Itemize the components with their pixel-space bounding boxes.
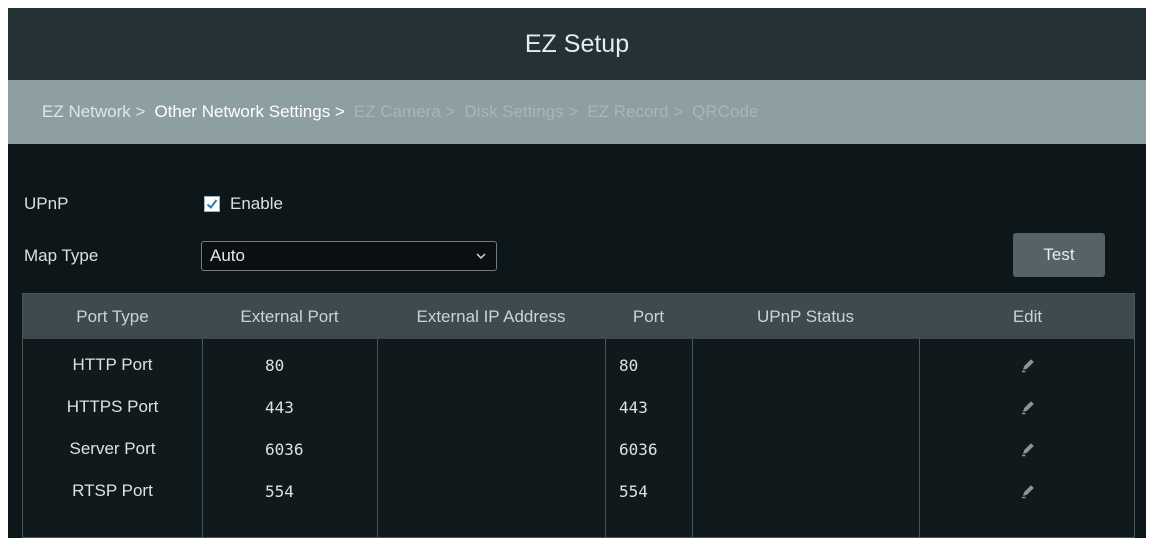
step-ez-camera: EZ Camera > xyxy=(353,102,456,121)
table-row[interactable]: Server Port 6036 6036 xyxy=(23,428,1134,470)
checkmark-icon xyxy=(206,199,218,209)
pencil-icon[interactable] xyxy=(1019,482,1037,500)
test-button[interactable]: Test xyxy=(1013,233,1105,277)
cell-upnp-status xyxy=(692,386,919,428)
cell-port-type: Server Port xyxy=(69,439,156,458)
ez-setup-window: EZ Setup EZ Network > Other Network Sett… xyxy=(8,8,1146,538)
window-title: EZ Setup xyxy=(8,8,1146,80)
cell-upnp-status xyxy=(692,470,919,512)
table-row[interactable]: RTSP Port 554 554 xyxy=(23,470,1134,512)
setup-steps-bar: EZ Network > Other Network Settings > EZ… xyxy=(8,80,1146,144)
cell-external-port: 443 xyxy=(265,397,294,417)
cell-port: 443 xyxy=(619,397,648,417)
cell-port: 6036 xyxy=(619,439,658,459)
header-external-port: External Port xyxy=(240,306,339,326)
step-disk-settings: Disk Settings > xyxy=(464,102,579,121)
pencil-icon[interactable] xyxy=(1019,398,1037,416)
cell-port: 80 xyxy=(619,355,639,375)
pencil-icon[interactable] xyxy=(1019,440,1037,458)
cell-port-type: HTTPS Port xyxy=(66,397,159,416)
map-type-value: Auto xyxy=(210,246,245,265)
cell-port-type: RTSP Port xyxy=(72,481,153,500)
map-type-label: Map Type xyxy=(24,246,99,265)
header-port: Port xyxy=(632,306,665,326)
table-row[interactable]: HTTPS Port 443 443 xyxy=(23,386,1134,428)
cell-upnp-status xyxy=(692,344,919,386)
cell-port-type: HTTP Port xyxy=(72,355,153,374)
cell-external-ip xyxy=(377,428,605,470)
table-row[interactable]: HTTP Port 80 80 xyxy=(23,344,1134,386)
cell-external-port: 80 xyxy=(265,355,285,375)
cell-port: 554 xyxy=(619,481,648,501)
header-port-type: Port Type xyxy=(76,306,149,326)
upnp-enable-label: Enable xyxy=(230,194,283,213)
header-upnp-status: UPnP Status xyxy=(756,306,855,326)
cell-external-ip xyxy=(377,470,605,512)
step-qrcode: QRCode xyxy=(692,102,759,121)
chevron-down-icon xyxy=(476,253,486,260)
upnp-enable-checkbox[interactable] xyxy=(204,196,220,212)
cell-external-port: 554 xyxy=(265,481,294,501)
cell-external-port: 6036 xyxy=(265,439,304,459)
step-ez-record: EZ Record > xyxy=(587,102,684,121)
cell-upnp-status xyxy=(692,428,919,470)
step-other-network-settings[interactable]: Other Network Settings > xyxy=(154,102,344,122)
map-type-select[interactable]: Auto xyxy=(201,241,497,271)
step-ez-network[interactable]: EZ Network > xyxy=(42,102,145,122)
table-header: Port Type External Port External IP Addr… xyxy=(23,294,1134,339)
pencil-icon[interactable] xyxy=(1019,356,1037,374)
cell-external-ip xyxy=(377,386,605,428)
port-table: Port Type External Port External IP Addr… xyxy=(22,293,1135,538)
header-external-ip: External IP Address xyxy=(416,306,566,326)
cell-external-ip xyxy=(377,344,605,386)
upnp-label: UPnP xyxy=(24,194,69,213)
header-edit: Edit xyxy=(1012,306,1043,326)
